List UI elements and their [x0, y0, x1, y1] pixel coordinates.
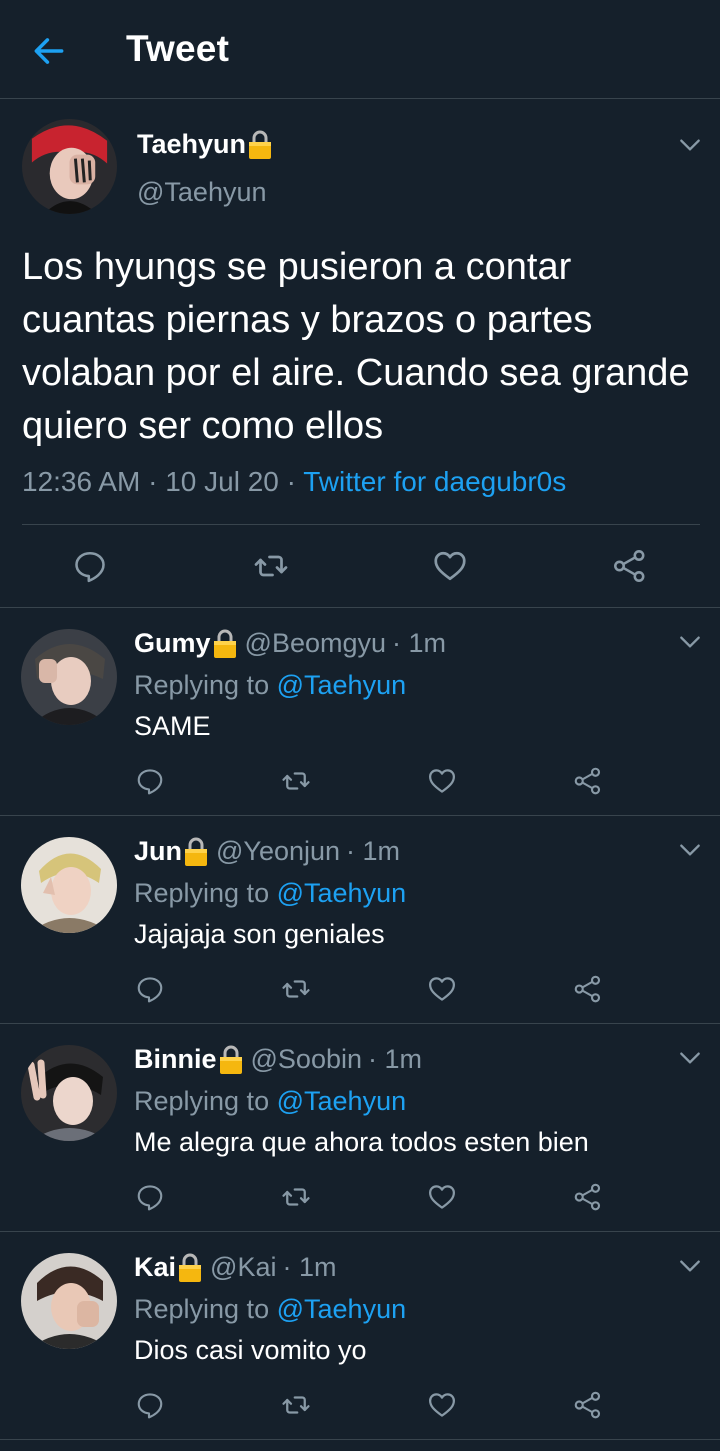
replying-label: Replying to: [134, 670, 270, 700]
heart-icon[interactable]: [427, 1182, 457, 1212]
reply-header: Gumy @Beomgyu · 1m: [134, 628, 446, 659]
reply-icon[interactable]: [135, 766, 165, 796]
reply-header: Binnie @Soobin · 1m: [134, 1044, 422, 1075]
tweet-meta: 12:36 AM · 10 Jul 20 · Twitter for daegu…: [22, 466, 566, 498]
display-name[interactable]: Jun: [134, 836, 182, 867]
heart-icon[interactable]: [427, 974, 457, 1004]
retweet-icon[interactable]: [252, 548, 290, 584]
avatar[interactable]: [22, 119, 117, 214]
reply-icon[interactable]: [72, 548, 108, 584]
reply-text: SAME: [134, 711, 211, 741]
reply-tweet[interactable]: Binnie @Soobin · 1m Replying to @Taehyun…: [0, 1024, 720, 1232]
avatar[interactable]: [21, 629, 117, 725]
handle[interactable]: @Soobin: [251, 1044, 362, 1075]
share-icon[interactable]: [573, 1182, 603, 1212]
reply-icon[interactable]: [135, 974, 165, 1004]
handle[interactable]: @Yeonjun: [216, 836, 340, 867]
reply-tweet[interactable]: Kai @Kai · 1m Replying to @Taehyun Dios …: [0, 1232, 720, 1440]
tweet-source-link[interactable]: Twitter for daegubr0s: [303, 466, 566, 497]
share-icon[interactable]: [573, 1390, 603, 1420]
replying-label: Replying to: [134, 1294, 270, 1324]
display-name-text: Taehyun: [137, 129, 247, 159]
display-name[interactable]: Taehyun: [137, 129, 272, 160]
reply-icon[interactable]: [135, 1182, 165, 1212]
replying-to: Replying to @Taehyun: [134, 670, 406, 701]
arrow-left-icon[interactable]: [30, 32, 68, 70]
lock-icon: [219, 1045, 243, 1075]
display-name[interactable]: Gumy: [134, 628, 211, 659]
reply-header: Jun @Yeonjun · 1m: [134, 836, 400, 867]
lock-icon: [178, 1253, 202, 1283]
replying-to: Replying to @Taehyun: [134, 878, 406, 909]
share-icon[interactable]: [573, 766, 603, 796]
meta-separator: ·: [148, 466, 158, 497]
replying-label: Replying to: [134, 878, 270, 908]
mention-link[interactable]: @Taehyun: [277, 670, 407, 700]
main-tweet: Taehyun @Taehyun Los hyungs se pusieron …: [0, 99, 720, 608]
mention-link[interactable]: @Taehyun: [277, 878, 407, 908]
replying-to: Replying to @Taehyun: [134, 1086, 406, 1117]
reply-icon[interactable]: [135, 1390, 165, 1420]
reply-header: Kai @Kai · 1m: [134, 1252, 336, 1283]
avatar[interactable]: [21, 1253, 117, 1349]
reply-text: Dios casi vomito yo: [134, 1335, 367, 1365]
mention-link[interactable]: @Taehyun: [277, 1294, 407, 1324]
chevron-down-icon[interactable]: [677, 1045, 703, 1071]
retweet-icon[interactable]: [280, 766, 312, 796]
replying-label: Replying to: [134, 1086, 270, 1116]
chevron-down-icon[interactable]: [677, 837, 703, 863]
reply-time: · 1m: [368, 1044, 422, 1074]
heart-icon[interactable]: [432, 548, 468, 584]
mention-link[interactable]: @Taehyun: [277, 1086, 407, 1116]
lock-icon: [248, 130, 272, 160]
reply-text: Jajajaja son geniales: [134, 919, 385, 949]
handle[interactable]: @Kai: [210, 1252, 276, 1283]
reply-time: · 1m: [392, 628, 447, 658]
retweet-icon[interactable]: [280, 1390, 312, 1420]
chevron-down-icon[interactable]: [677, 1253, 703, 1279]
handle[interactable]: @Beomgyu: [245, 628, 386, 659]
share-icon[interactable]: [573, 974, 603, 1004]
reply-time: · 1m: [346, 836, 401, 866]
display-name[interactable]: Kai: [134, 1252, 176, 1283]
heart-icon[interactable]: [427, 1390, 457, 1420]
retweet-icon[interactable]: [280, 1182, 312, 1212]
tweet-date: 10 Jul 20: [165, 466, 279, 497]
reply-time: · 1m: [282, 1252, 337, 1282]
divider: [22, 524, 700, 525]
reply-text: Me alegra que ahora todos esten bien: [134, 1127, 589, 1157]
display-name[interactable]: Binnie: [134, 1044, 217, 1075]
lock-icon: [213, 629, 237, 659]
page-title: Tweet: [126, 28, 230, 69]
share-icon[interactable]: [612, 548, 648, 584]
lock-icon: [184, 837, 208, 867]
heart-icon[interactable]: [427, 766, 457, 796]
reply-tweet[interactable]: Jun @Yeonjun · 1m Replying to @Taehyun J…: [0, 816, 720, 1024]
reply-tweet[interactable]: Gumy @Beomgyu · 1m Replying to @Taehyun …: [0, 608, 720, 816]
handle[interactable]: @Taehyun: [137, 177, 267, 208]
tweet-text: Los hyungs se pusieron a contar cuantas …: [22, 246, 690, 447]
tweet-time: 12:36 AM: [22, 466, 141, 497]
retweet-icon[interactable]: [280, 974, 312, 1004]
meta-separator: ·: [286, 466, 296, 497]
chevron-down-icon[interactable]: [677, 132, 703, 158]
avatar[interactable]: [21, 1045, 117, 1141]
replying-to: Replying to @Taehyun: [134, 1294, 406, 1325]
top-bar: Tweet: [0, 0, 720, 99]
avatar[interactable]: [21, 837, 117, 933]
chevron-down-icon[interactable]: [677, 629, 703, 655]
